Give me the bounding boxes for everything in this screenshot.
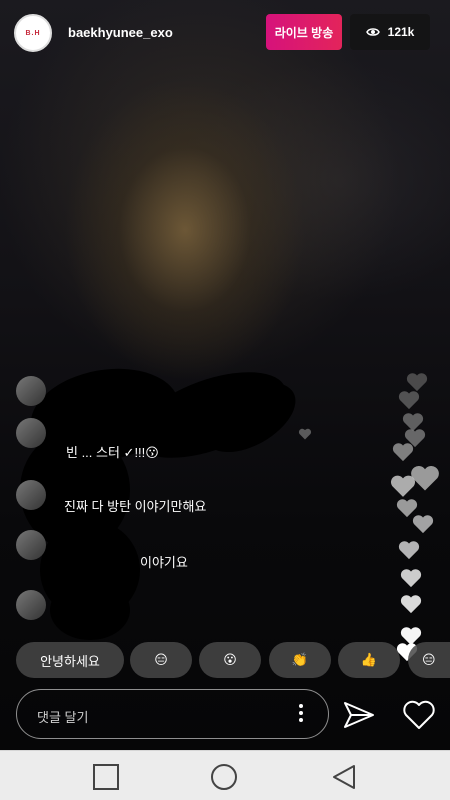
quick-reply-hello[interactable]: 안녕하세요 (16, 642, 124, 678)
send-icon[interactable] (343, 700, 375, 730)
quick-reply-emoji[interactable]: 👍 (338, 642, 400, 678)
comment-text: 진짜 다 방탄 이야기만해요 (64, 499, 207, 514)
system-navbar (0, 750, 450, 800)
heart-icon[interactable] (402, 700, 436, 730)
comment-text: 빈 ... 스터 ✓!!!😗 (66, 445, 159, 460)
heart-icon (390, 475, 416, 497)
heart-icon (412, 515, 434, 534)
triangle-back-icon[interactable] (330, 763, 358, 791)
floating-hearts (298, 360, 450, 690)
comment-input[interactable]: 댓글 달기 (16, 689, 329, 739)
heart-icon (298, 428, 312, 440)
heart-icon (392, 443, 414, 462)
square-icon[interactable] (92, 763, 120, 791)
eye-icon (365, 28, 380, 36)
viewer-count-badge[interactable]: 121k (350, 14, 430, 50)
heart-icon (398, 391, 420, 410)
live-badge: 라이브 방송 (266, 14, 342, 50)
comment-avatar (16, 418, 46, 448)
redaction-mark (50, 580, 130, 640)
comment-placeholder: 댓글 달기 (37, 710, 89, 725)
comment-avatar (16, 530, 46, 560)
comment-avatar (16, 376, 46, 406)
quick-reply-emoji[interactable]: 😮 (199, 642, 261, 678)
heart-icon (398, 541, 420, 560)
comment-avatar (16, 480, 46, 510)
viewer-count: 121k (387, 25, 415, 39)
comment-text: 이야기요 (140, 555, 188, 570)
profile-avatar[interactable]: B.H (14, 14, 52, 52)
live-video: 빈 ... 스터 ✓!!!😗 진짜 다 방탄 이야기만해요 이야기요 (0, 0, 450, 750)
quick-reply-bar: 안녕하세요 😑 😮 👏 👍 😑 (16, 642, 450, 678)
quick-reply-emoji[interactable]: 👏 (269, 642, 331, 678)
quick-reply-emoji[interactable]: 😑 (408, 642, 450, 678)
heart-icon (406, 373, 428, 392)
heart-icon (400, 569, 422, 588)
circle-icon[interactable] (210, 763, 238, 791)
username[interactable]: baekhyunee_exo (68, 25, 173, 40)
heart-icon (400, 595, 422, 614)
more-vertical-icon[interactable] (298, 704, 304, 726)
quick-reply-emoji[interactable]: 😑 (130, 642, 192, 678)
live-header: B.H baekhyunee_exo 라이브 방송 121k (14, 14, 436, 52)
comment-avatar (16, 590, 46, 620)
